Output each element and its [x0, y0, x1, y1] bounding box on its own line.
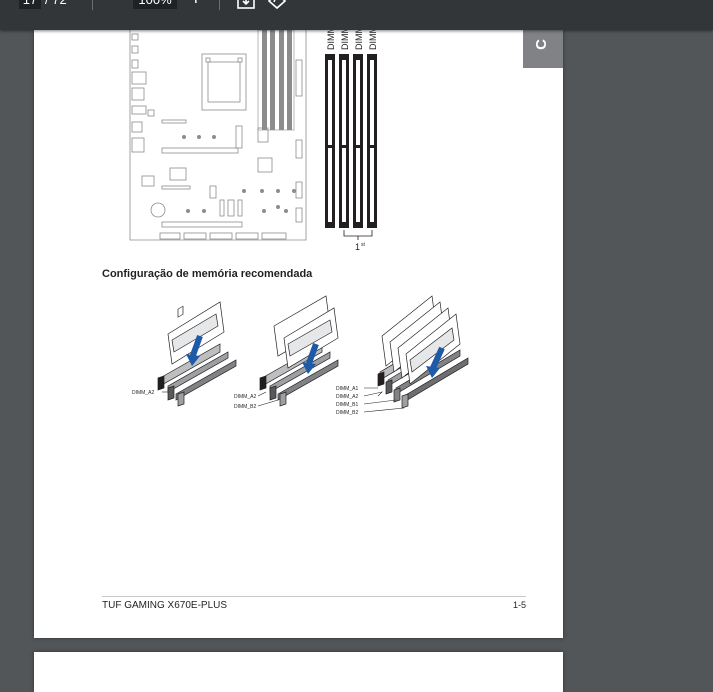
- footer-divider: [102, 596, 526, 597]
- dimm-label: DIMM: [340, 30, 350, 50]
- config3-label: DIMM_A1: [336, 386, 358, 392]
- zoom-out-button[interactable]: −: [104, 0, 116, 9]
- config1-label: DIMM_A2: [132, 390, 154, 396]
- next-pdf-page: [34, 652, 563, 692]
- toolbar-divider: [92, 0, 93, 10]
- footer-product-name: TUF GAMING X670E-PLUS: [102, 600, 228, 611]
- footer-page-number: 1-5: [513, 600, 527, 610]
- chapter-tab-label: C: [532, 39, 550, 50]
- total-pages-label: / 72: [45, 0, 67, 9]
- fit-page-icon[interactable]: [235, 0, 257, 12]
- rotate-icon[interactable]: [266, 0, 288, 12]
- config3-label: DIMM_B1: [336, 402, 358, 408]
- config2-label: DIMM_A2: [234, 394, 256, 400]
- motherboard-diagram: [129, 30, 307, 241]
- slot-order-label: 1: [355, 242, 360, 252]
- zoom-in-button[interactable]: +: [190, 0, 202, 9]
- memory-config-four-dimms: DIMM_A1 DIMM_A2 DIMM_B1 DIMM_B2: [336, 295, 469, 416]
- config2-label: DIMM_B2: [234, 404, 256, 410]
- pdf-toolbar: 17 / 72 − 100% +: [0, 0, 713, 30]
- config3-label: DIMM_A2: [336, 394, 358, 400]
- dimm-label: DIMM: [326, 30, 336, 50]
- pdf-page: C DIMM DIMM DIMM DIMM 1 st Configuração …: [34, 30, 563, 638]
- zoom-level-input[interactable]: 100%: [133, 0, 177, 9]
- config3-label: DIMM_B2: [336, 410, 358, 416]
- slot-order-suffix: st: [361, 242, 366, 248]
- dimm-label: DIMM: [354, 30, 364, 50]
- toolbar-divider: [219, 0, 220, 10]
- chapter-tab: C: [523, 30, 563, 68]
- section-title: Configuração de memória recomendada: [102, 268, 313, 280]
- page-number-input[interactable]: 17: [19, 0, 41, 9]
- dimm-slots-diagram: DIMM DIMM DIMM DIMM 1 st: [325, 30, 378, 252]
- dimm-label: DIMM: [368, 30, 378, 50]
